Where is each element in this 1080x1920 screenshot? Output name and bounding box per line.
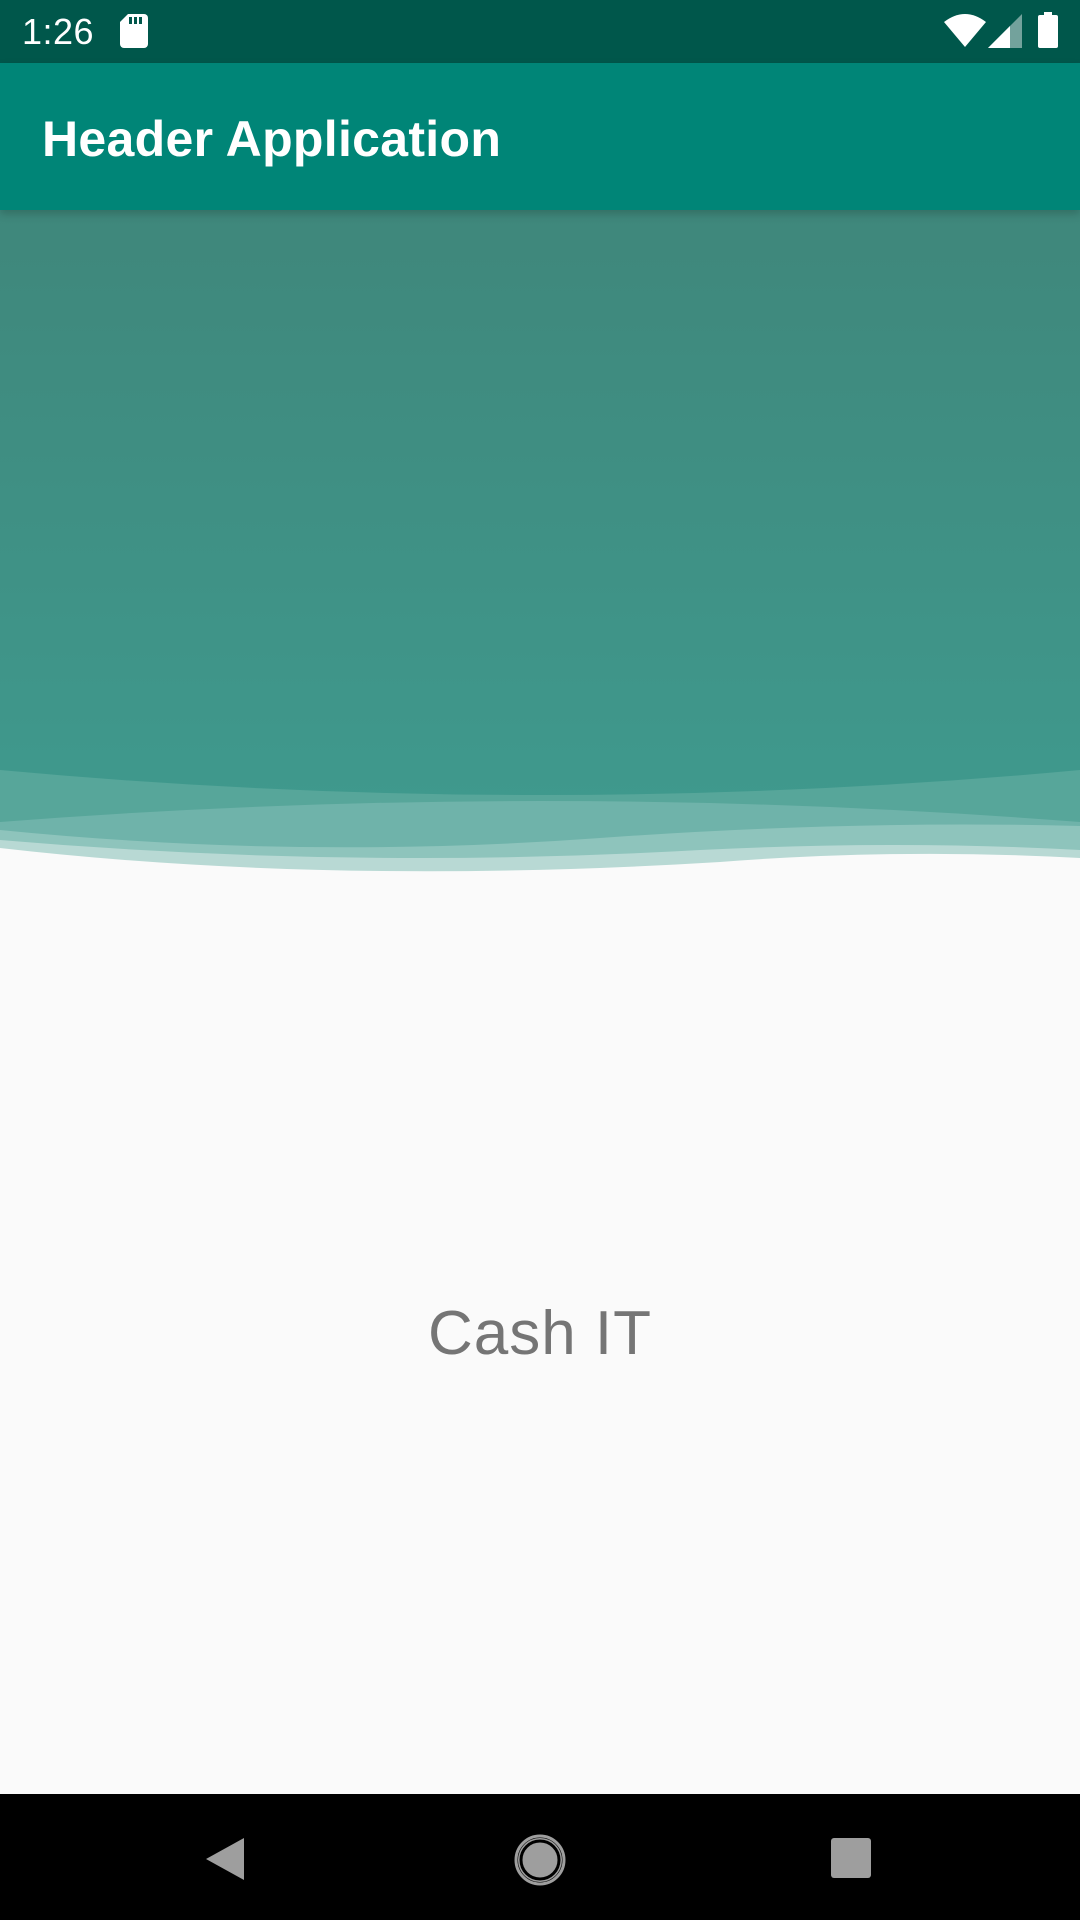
navigation-bar — [0, 1794, 1080, 1920]
status-time: 1:26 — [22, 11, 95, 52]
home-icon[interactable] — [514, 1834, 566, 1886]
status-bar: 1:26 — [0, 0, 1080, 63]
recents-icon[interactable] — [831, 1838, 871, 1878]
back-icon[interactable] — [204, 1836, 246, 1882]
battery-icon — [1038, 12, 1058, 48]
cell-signal-icon — [988, 14, 1022, 48]
wifi-icon — [944, 14, 986, 47]
app-title: Header Application — [42, 111, 502, 167]
center-text: Cash IT — [427, 1299, 653, 1368]
sd-card-icon — [120, 14, 148, 48]
header-wave-image — [0, 210, 1080, 880]
screen: 1:26 Header Application Cash IT — [0, 0, 1080, 1920]
app-bar: Header Application — [0, 63, 1080, 210]
